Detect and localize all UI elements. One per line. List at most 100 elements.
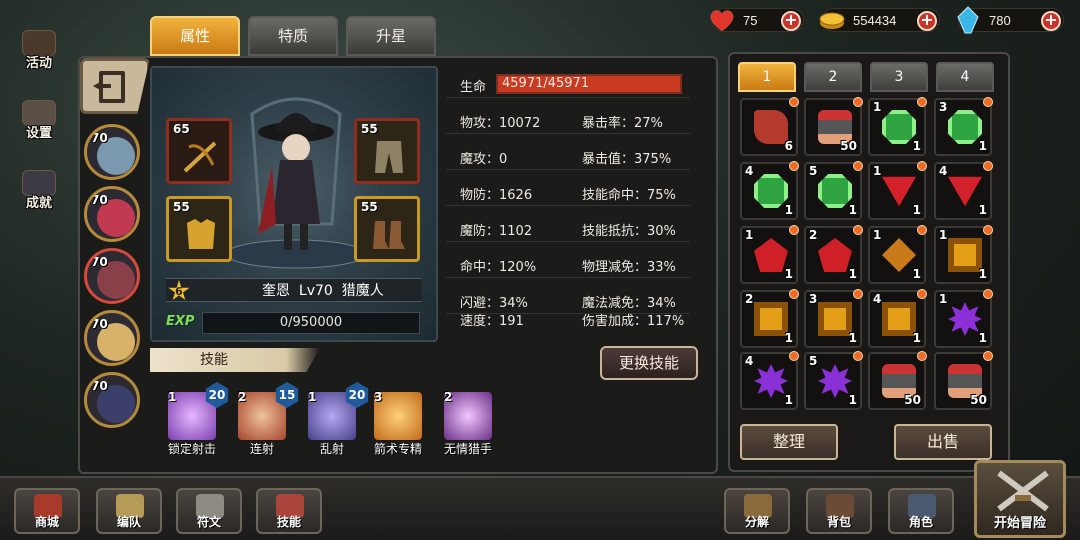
stat-right: 伤害加成：117% xyxy=(582,314,685,329)
tab-attributes[interactable]: 属性 xyxy=(150,16,240,56)
stat-row: 命中：120% 物理减免：33% xyxy=(446,250,690,278)
new-item-dot xyxy=(853,351,863,361)
item-count: 50 xyxy=(904,393,921,407)
crossbow-icon xyxy=(183,141,217,173)
nav-skill-book-button[interactable]: 技能 xyxy=(256,488,322,534)
equip-level: 65 xyxy=(173,122,190,136)
inventory-slot[interactable]: 11 xyxy=(740,225,799,284)
party-avatar-2[interactable]: 70 xyxy=(84,186,140,242)
purple-gem-icon xyxy=(948,302,982,336)
stamina-counter: 75 + xyxy=(710,8,804,32)
party-avatar-3[interactable]: 70 xyxy=(84,248,140,304)
inventory-slot[interactable]: 41 xyxy=(740,161,799,220)
party-avatar-4[interactable]: 70 xyxy=(84,310,140,366)
item-count: 1 xyxy=(912,331,921,345)
skill-slot-3[interactable]: 1 20 乱射 xyxy=(304,382,369,458)
skill-slot-1[interactable]: 1 20 锁定射击 xyxy=(164,382,229,458)
stat-left: 命中：120% xyxy=(460,260,537,275)
inventory-slot[interactable]: 41 xyxy=(740,351,799,410)
inventory-slot[interactable]: 51 xyxy=(804,161,863,220)
start-adventure-button[interactable]: 开始冒险 xyxy=(974,460,1066,538)
sort-button[interactable]: 整理 xyxy=(740,424,838,460)
gold-gem-icon xyxy=(948,238,982,272)
equip-level: 55 xyxy=(361,122,378,136)
add-stamina-button[interactable]: + xyxy=(781,11,801,31)
inventory-slot[interactable]: 21 xyxy=(804,225,863,284)
item-level: 2 xyxy=(809,228,818,242)
sell-button[interactable]: 出售 xyxy=(894,424,992,460)
swap-skill-button[interactable]: 更换技能 xyxy=(600,346,698,380)
skill-name: 锁定射击 xyxy=(167,442,216,456)
amber-gem-icon xyxy=(882,238,916,272)
inventory-slot[interactable]: 50 xyxy=(804,97,863,156)
stat-left: 魔攻：0 xyxy=(460,152,508,167)
equip-level: 55 xyxy=(173,200,190,214)
settings-label: 设置 xyxy=(25,126,52,141)
gold-counter: 554434 + xyxy=(819,8,940,32)
item-count: 1 xyxy=(784,331,793,345)
inventory-slot[interactable]: 11 xyxy=(868,97,927,156)
inventory-slot[interactable]: 11 xyxy=(934,225,993,284)
add-gem-button[interactable]: + xyxy=(1041,11,1061,31)
nav-shop-button[interactable]: 商城 xyxy=(14,488,80,534)
nav-character-button[interactable]: 角色 xyxy=(888,488,954,534)
nav-bag-button[interactable]: 背包 xyxy=(806,488,872,534)
party-avatar-5[interactable]: 70 xyxy=(84,372,140,428)
item-count: 1 xyxy=(912,267,921,281)
avatar-level: 70 xyxy=(91,193,108,207)
skill-name: 箭术专精 xyxy=(373,442,422,456)
inventory-slot[interactable]: 6 xyxy=(740,97,799,156)
inventory-tab-2[interactable]: 2 xyxy=(804,62,862,92)
gold-gem-icon xyxy=(882,302,916,336)
hero-name-level-class: 奎恩 Lv70 猎魔人 xyxy=(262,283,384,299)
stat-left: 魔防：1102 xyxy=(460,224,533,239)
inventory-slot[interactable]: 51 xyxy=(804,351,863,410)
equip-slot-armor[interactable]: 55 xyxy=(166,196,232,262)
gem-counter: 780 + xyxy=(957,6,1064,34)
skill-level: 2 xyxy=(238,390,247,404)
settings-button[interactable]: 设置 xyxy=(14,100,64,141)
equip-slot-pants[interactable]: 55 xyxy=(354,118,420,184)
add-gold-button[interactable]: + xyxy=(917,11,937,31)
red-gem-icon xyxy=(818,238,852,272)
inventory-slot[interactable]: 21 xyxy=(740,289,799,348)
inventory-slot[interactable]: 11 xyxy=(868,161,927,220)
new-item-dot xyxy=(917,97,927,107)
stat-row: 速度：191 伤害加成：117% xyxy=(446,304,690,332)
inventory-tab-3[interactable]: 3 xyxy=(870,62,928,92)
skill-slot-5[interactable]: 2 无情猎手 xyxy=(440,390,496,458)
event-button[interactable]: 活动 xyxy=(14,30,64,71)
item-count: 1 xyxy=(848,393,857,407)
inventory-tab-1[interactable]: 1 xyxy=(738,62,796,92)
inventory-slot[interactable]: 50 xyxy=(934,351,993,410)
inventory-slot[interactable]: 41 xyxy=(934,161,993,220)
gold-gem-icon xyxy=(818,302,852,336)
item-level: 3 xyxy=(809,292,818,306)
inventory-slot[interactable]: 11 xyxy=(868,225,927,284)
inventory-slot[interactable]: 11 xyxy=(934,289,993,348)
inventory-slot[interactable]: 31 xyxy=(934,97,993,156)
stat-right: 暴击率：27% xyxy=(582,116,663,131)
nav-decompose-button[interactable]: 分解 xyxy=(724,488,790,534)
nav-formation-button[interactable]: 编队 xyxy=(96,488,162,534)
item-count: 1 xyxy=(848,203,857,217)
skill-slot-4[interactable]: 3 箭术专精 xyxy=(370,390,426,458)
achievement-button[interactable]: 成就 xyxy=(14,170,64,211)
inventory-tab-4[interactable]: 4 xyxy=(936,62,994,92)
inventory-slot[interactable]: 50 xyxy=(868,351,927,410)
party-avatar-1[interactable]: 70 xyxy=(84,124,140,180)
skill-level: 1 xyxy=(308,390,317,404)
inventory-slot[interactable]: 41 xyxy=(868,289,927,348)
equip-slot-weapon[interactable]: 65 xyxy=(166,118,232,184)
new-item-dot xyxy=(853,225,863,235)
item-count: 1 xyxy=(978,139,987,153)
skill-slot-2[interactable]: 2 15 连射 xyxy=(234,382,299,458)
stat-row-hp: 生命 45971/45971 xyxy=(446,70,690,98)
new-item-dot xyxy=(983,351,993,361)
stat-row: 物攻：10072 暴击率：27% xyxy=(446,106,690,134)
inventory-slot[interactable]: 31 xyxy=(804,289,863,348)
tab-traits[interactable]: 特质 xyxy=(248,16,338,56)
equip-slot-boots[interactable]: 55 xyxy=(354,196,420,262)
tab-star-up[interactable]: 升星 xyxy=(346,16,436,56)
nav-rune-button[interactable]: 符文 xyxy=(176,488,242,534)
